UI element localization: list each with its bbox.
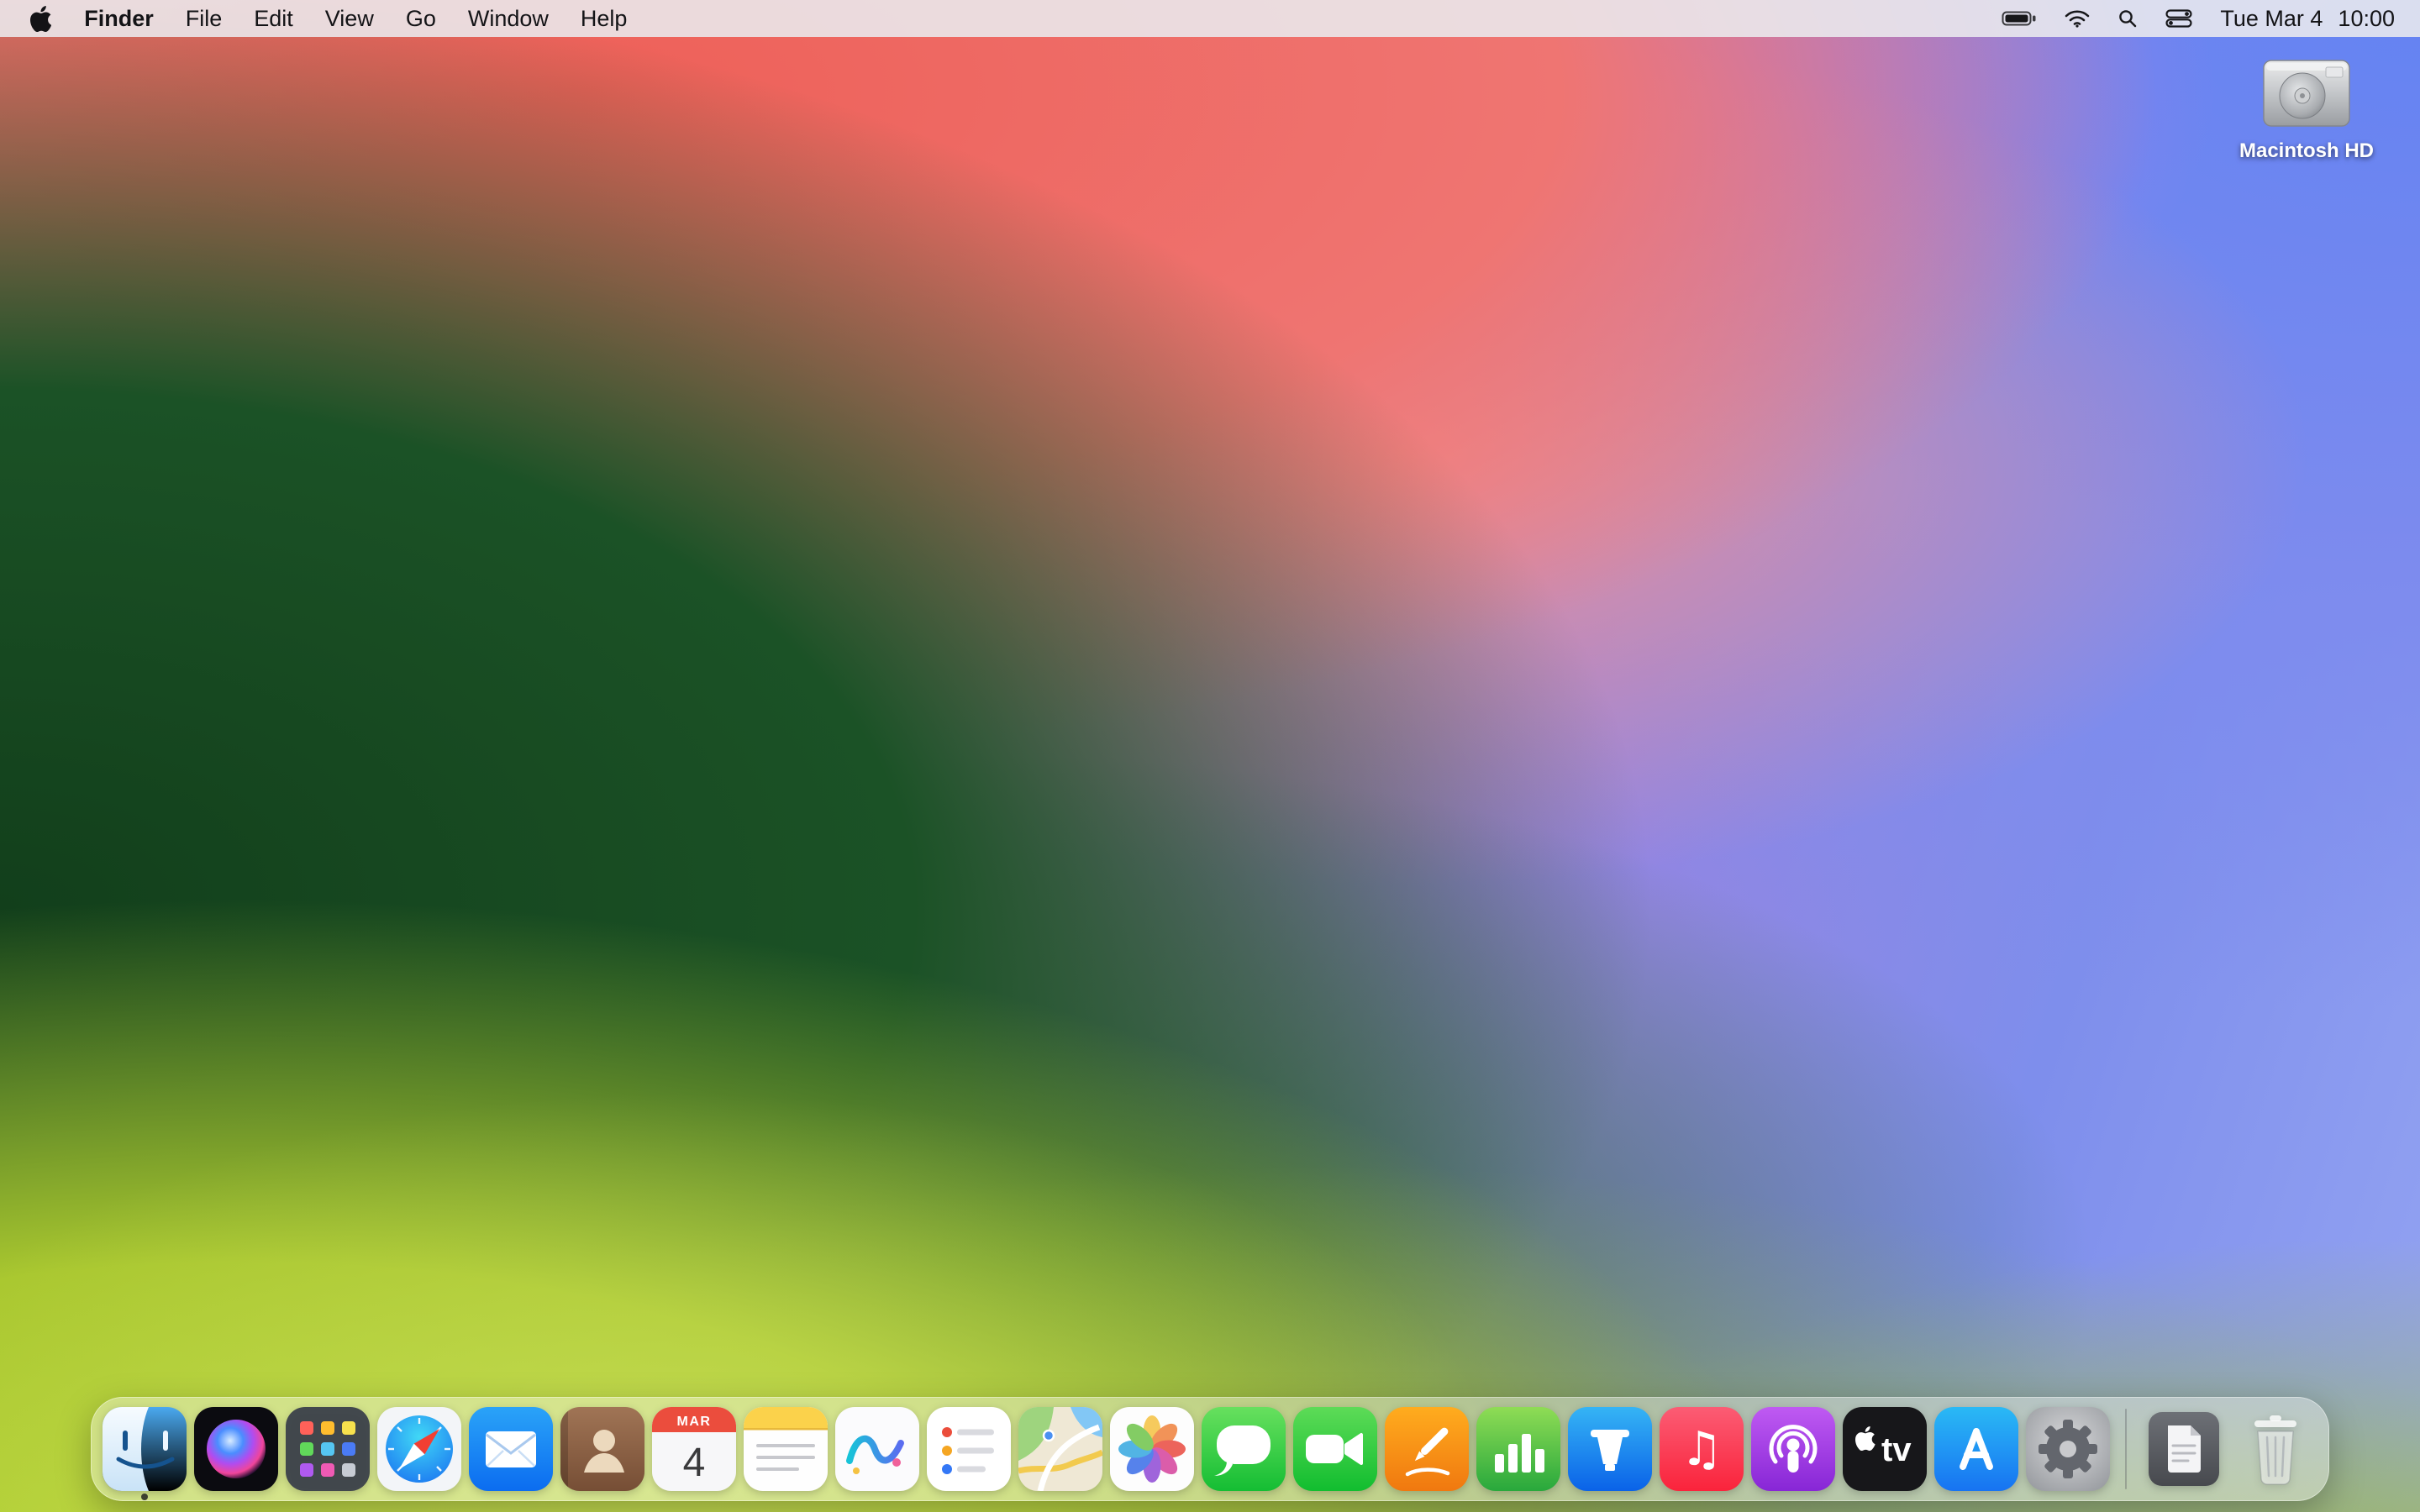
dock-podcasts[interactable]: [1751, 1407, 1835, 1491]
trash-icon: [2233, 1407, 2317, 1491]
dock-maps[interactable]: [1018, 1407, 1102, 1491]
dock-launchpad[interactable]: [286, 1407, 370, 1491]
dock-reminders[interactable]: [927, 1407, 1011, 1491]
menu-edit[interactable]: Edit: [238, 6, 309, 32]
dock-keynote[interactable]: [1568, 1407, 1652, 1491]
svg-text:♫: ♫: [1681, 1422, 1723, 1477]
wifi-icon[interactable]: [2065, 9, 2090, 28]
keynote-icon: [1568, 1407, 1652, 1491]
launchpad-icon: [286, 1407, 370, 1491]
dock-tv[interactable]: tv: [1843, 1407, 1927, 1491]
app-store-icon: [1934, 1407, 2018, 1491]
dock-downloads[interactable]: [2142, 1407, 2226, 1491]
dock-safari[interactable]: [377, 1407, 461, 1491]
running-indicator: [141, 1494, 148, 1500]
dock-trash[interactable]: [2233, 1407, 2317, 1491]
mail-icon: [469, 1407, 553, 1491]
siri-icon: [194, 1407, 278, 1491]
dock-numbers[interactable]: [1476, 1407, 1560, 1491]
safari-icon: [377, 1407, 461, 1491]
dock-music[interactable]: ♫: [1660, 1407, 1744, 1491]
menu-go[interactable]: Go: [390, 6, 452, 32]
menu-file[interactable]: File: [170, 6, 239, 32]
menu-view[interactable]: View: [309, 6, 390, 32]
apple-menu-icon[interactable]: [25, 6, 68, 32]
spotlight-icon[interactable]: [2118, 8, 2138, 29]
dock-notes[interactable]: [744, 1407, 828, 1491]
podcasts-icon: [1751, 1407, 1835, 1491]
battery-icon[interactable]: [2002, 9, 2037, 28]
macintosh-hd-desktop-icon[interactable]: Macintosh HD: [2235, 50, 2378, 163]
dock-separator: [2125, 1409, 2127, 1489]
calendar-day: 4: [683, 1441, 706, 1485]
dock: MAR 4: [91, 1397, 2329, 1501]
reminders-icon: [927, 1407, 1011, 1491]
dock-settings[interactable]: [2026, 1407, 2110, 1491]
calendar-icon: MAR 4: [652, 1407, 736, 1491]
menu-status-area: Tue Mar 4 10:00: [2002, 6, 2395, 32]
volume-label: Macintosh HD: [2239, 139, 2374, 163]
maps-icon: [1018, 1407, 1102, 1491]
menu-window[interactable]: Window: [452, 6, 565, 32]
messages-icon: [1202, 1407, 1286, 1491]
dock-freeform[interactable]: [835, 1407, 919, 1491]
tv-icon-label: tv: [1881, 1431, 1912, 1468]
contacts-icon: [560, 1407, 644, 1491]
tv-icon: tv: [1843, 1407, 1927, 1491]
menu-clock-time: 10:00: [2338, 6, 2395, 32]
menu-bar: Finder File Edit View Go Window Help Tue…: [0, 0, 2420, 37]
dock-pages[interactable]: [1385, 1407, 1469, 1491]
dock-mail[interactable]: [469, 1407, 553, 1491]
notes-icon: [744, 1407, 828, 1491]
hard-drive-icon: [2255, 50, 2358, 136]
settings-gear-icon: [2026, 1407, 2110, 1491]
menu-clock[interactable]: Tue Mar 4 10:00: [2220, 6, 2395, 32]
dock-messages[interactable]: [1202, 1407, 1286, 1491]
pages-icon: [1385, 1407, 1469, 1491]
numbers-icon: [1476, 1407, 1560, 1491]
facetime-icon: [1293, 1407, 1377, 1491]
dock-calendar[interactable]: MAR 4: [652, 1407, 736, 1491]
control-center-icon[interactable]: [2165, 9, 2192, 28]
desktop-screen: Finder File Edit View Go Window Help Tue…: [0, 0, 2420, 1512]
document-icon: [2142, 1407, 2226, 1491]
dock-facetime[interactable]: [1293, 1407, 1377, 1491]
dock-appstore[interactable]: [1934, 1407, 2018, 1491]
wallpaper: [0, 0, 2420, 1512]
dock-contacts[interactable]: [560, 1407, 644, 1491]
menu-help[interactable]: Help: [565, 6, 644, 32]
dock-siri[interactable]: [194, 1407, 278, 1491]
photos-icon: [1110, 1407, 1194, 1491]
calendar-month: MAR: [677, 1415, 712, 1429]
dock-photos[interactable]: [1110, 1407, 1194, 1491]
app-menu-finder[interactable]: Finder: [68, 6, 170, 32]
music-icon: ♫: [1660, 1407, 1744, 1491]
menu-clock-date: Tue Mar 4: [2220, 6, 2323, 32]
freeform-icon: [835, 1407, 919, 1491]
dock-finder[interactable]: [103, 1407, 187, 1491]
finder-icon: [103, 1407, 187, 1491]
